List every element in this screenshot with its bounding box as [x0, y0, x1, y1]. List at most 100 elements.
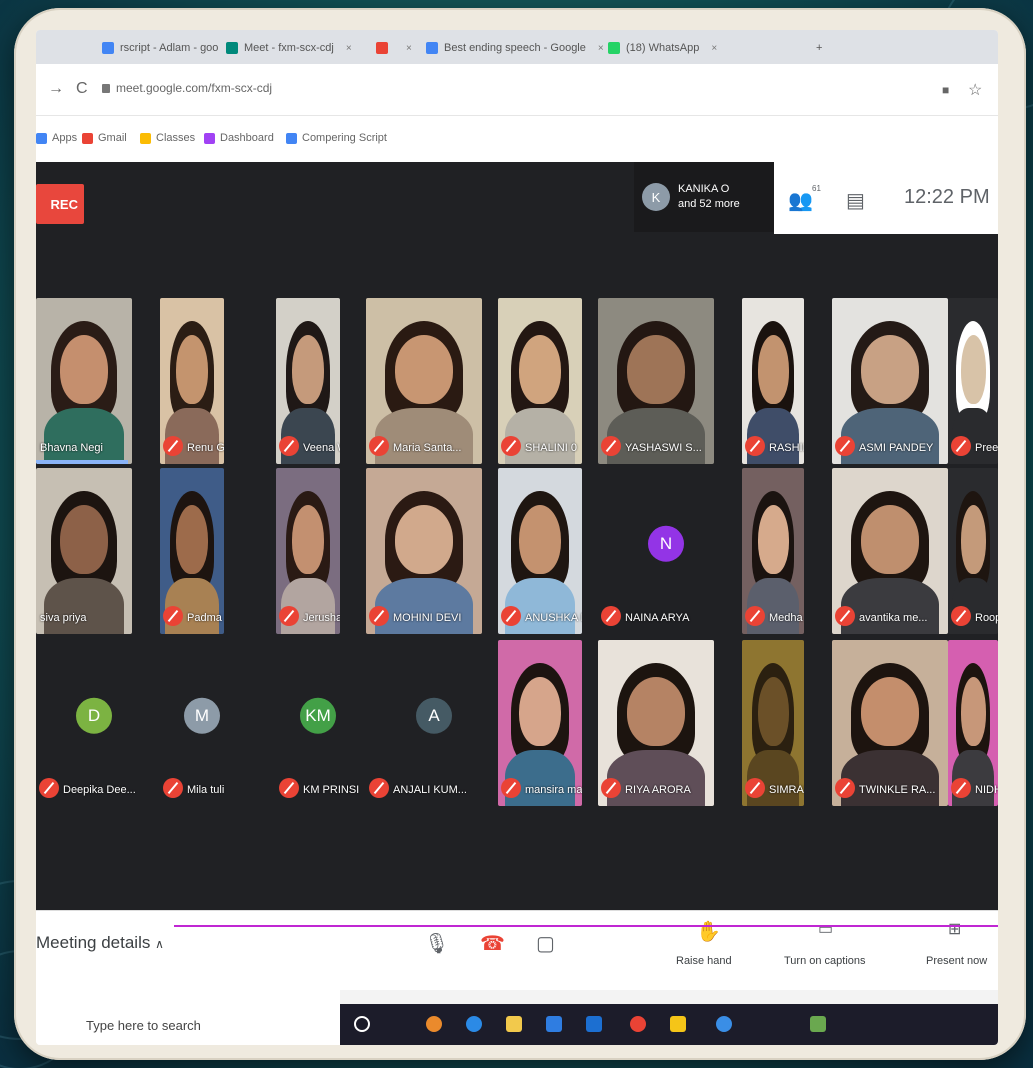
participant-tile[interactable]: siva priya: [36, 468, 132, 634]
participant-tile[interactable]: Preeti: [948, 298, 998, 464]
participant-tile[interactable]: Veena Wadh...: [276, 298, 340, 464]
mic-off-icon: [163, 606, 183, 626]
participant-tile[interactable]: MOHINI DEVI: [366, 468, 482, 634]
participant-tile[interactable]: KM KM PRINSI: [276, 640, 360, 806]
new-tab-icon[interactable]: +: [816, 36, 822, 60]
app-taskbar-icon[interactable]: [716, 1016, 732, 1032]
windows-taskbar: Type here to search: [36, 990, 998, 1045]
participant-tile[interactable]: D Deepika Dee...: [36, 640, 152, 806]
bookmark-item[interactable]: Classes: [140, 132, 195, 144]
mic-off-icon: [745, 436, 765, 456]
people-icon[interactable]: 👥: [788, 188, 813, 213]
browser-tab[interactable]: Best ending speech - Google ×: [426, 36, 604, 60]
reload-icon[interactable]: C: [76, 80, 88, 98]
captions-icon[interactable]: ▭: [818, 919, 833, 939]
participant-name: ANJALI KUM...: [393, 784, 467, 796]
participant-tile[interactable]: Jerusha Sus...: [276, 468, 340, 634]
participant-face: [861, 504, 919, 575]
browser-tab[interactable]: (18) WhatsApp ×: [608, 36, 717, 60]
mic-off-icon: [951, 606, 971, 626]
participant-body: [504, 577, 576, 634]
back-icon[interactable]: →: [48, 80, 64, 98]
mic-off-icon: [835, 436, 855, 456]
participant-tile[interactable]: ANUSHKA R...: [498, 468, 582, 634]
participant-tile[interactable]: Bhavna Negi: [36, 298, 132, 464]
store-taskbar-icon[interactable]: [546, 1016, 562, 1032]
participant-face: [292, 504, 324, 575]
participant-tile[interactable]: YASHASWI S...: [598, 298, 714, 464]
close-tab-icon[interactable]: ×: [598, 43, 604, 54]
participant-face: [960, 334, 986, 405]
edge-taskbar-icon[interactable]: [466, 1016, 482, 1032]
participant-tile[interactable]: Maria Santa...: [366, 298, 482, 464]
camera-icon[interactable]: ▢: [536, 931, 555, 956]
raise-hand-icon[interactable]: ✋: [696, 919, 721, 944]
participant-body: [607, 749, 705, 806]
participant-tile[interactable]: Padma Bala...: [160, 468, 224, 634]
close-tab-icon[interactable]: ×: [406, 43, 412, 54]
present-icon[interactable]: ⊞: [948, 919, 961, 939]
tray-icon[interactable]: [810, 1016, 826, 1032]
participant-tile[interactable]: RASHIKA SH...: [742, 298, 804, 464]
participant-tile[interactable]: RIYA ARORA: [598, 640, 714, 806]
folder-taskbar-icon[interactable]: [506, 1016, 522, 1032]
mic-off-icon: [501, 436, 521, 456]
taskbar-search[interactable]: Type here to search: [36, 990, 340, 1045]
url-text[interactable]: meet.google.com/fxm-scx-cdj: [116, 81, 272, 95]
participant-face: [757, 504, 789, 575]
bookmark-item[interactable]: Compering Script: [286, 132, 387, 144]
participant-tile[interactable]: mansira mad...: [498, 640, 582, 806]
participant-face: [960, 676, 986, 747]
participant-tile[interactable]: NIDH: [948, 640, 998, 806]
close-tab-icon[interactable]: ×: [346, 43, 352, 54]
participant-tile[interactable]: A ANJALI KUM...: [366, 640, 502, 806]
mic-off-icon: [279, 606, 299, 626]
participant-tile[interactable]: ASMI PANDEY: [832, 298, 948, 464]
bookmark-item[interactable]: Apps: [36, 132, 77, 144]
chat-icon[interactable]: ▤: [846, 188, 865, 213]
meeting-details-button[interactable]: Meeting details ∧: [36, 933, 164, 953]
bookmark-item[interactable]: Dashboard: [204, 132, 274, 144]
participant-tile[interactable]: SHALINI 0: [498, 298, 582, 464]
participant-tile[interactable]: M Mila tuli: [160, 640, 244, 806]
tab-bar: rscript - Adlam - goo×Meet - fxm-scx-cdj…: [36, 30, 998, 64]
mic-off-icon: [601, 778, 621, 798]
participant-tile[interactable]: SIMRAN CH...: [742, 640, 804, 806]
bookmark-item[interactable]: Gmail: [82, 132, 127, 144]
participant-tile[interactable]: Renu Gulati: [160, 298, 224, 464]
captions-label[interactable]: Turn on captions: [784, 955, 866, 967]
bookmark-star-icon[interactable]: ☆: [968, 80, 982, 100]
notes-taskbar-icon[interactable]: [670, 1016, 686, 1032]
participant-tile[interactable]: Medha Khosla: [742, 468, 804, 634]
participant-name: ASMI PANDEY: [859, 442, 934, 454]
raise-hand-label[interactable]: Raise hand: [676, 955, 732, 967]
taskbar-apps: [340, 1004, 998, 1045]
tab-favicon-icon: [226, 42, 238, 54]
extension-icon[interactable]: ■: [942, 83, 949, 97]
hang-up-icon[interactable]: ☎: [480, 931, 505, 956]
participant-tile[interactable]: N NAINA ARYA: [598, 468, 734, 634]
mic-off-icon: [163, 778, 183, 798]
browser-tab[interactable]: rscript - Adlam - goo×: [102, 36, 236, 60]
browser-tab[interactable]: ×: [376, 36, 412, 60]
bookmark-label: Classes: [156, 132, 196, 144]
participant-face: [60, 504, 108, 575]
chrome-taskbar-icon[interactable]: [426, 1016, 442, 1032]
participant-avatar: N: [648, 525, 684, 562]
participant-face: [960, 504, 986, 575]
participant-tile[interactable]: TWINKLE RA...: [832, 640, 948, 806]
cortana-icon[interactable]: [354, 1016, 370, 1032]
mail-taskbar-icon[interactable]: [586, 1016, 602, 1032]
chrome-active-icon[interactable]: [630, 1016, 646, 1032]
present-label[interactable]: Present now: [926, 955, 987, 967]
speaker-name: KANIKA O: [678, 183, 730, 195]
participant-face: [861, 676, 919, 747]
participant-tile[interactable]: Roop: [948, 468, 998, 634]
participant-face: [627, 676, 685, 747]
participant-tile[interactable]: avantika me...: [832, 468, 948, 634]
close-tab-icon[interactable]: ×: [711, 43, 717, 54]
browser-tab[interactable]: Meet - fxm-scx-cdj ×: [226, 36, 352, 60]
tab-favicon-icon: [376, 42, 388, 54]
microphone-icon[interactable]: 🎙: [424, 931, 449, 956]
bookmark-label: Compering Script: [302, 132, 387, 144]
